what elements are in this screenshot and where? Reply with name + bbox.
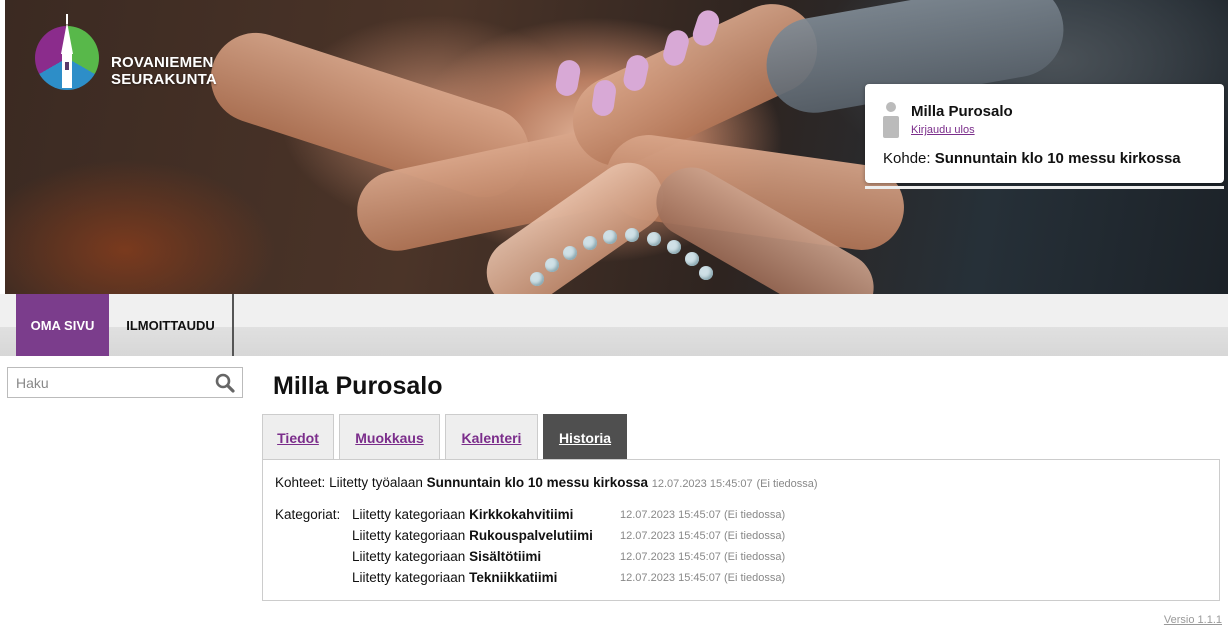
header-banner: ROVANIEMEN SEURAKUNTA Milla Purosalo Kir… bbox=[5, 0, 1228, 294]
category-meta: 12.07.2023 15:45:07 (Ei tiedossa) bbox=[620, 551, 785, 563]
history-targets-row: Kohteet: Liitetty työalaan Sunnuntain kl… bbox=[275, 475, 818, 490]
nav-item-oma-sivu[interactable]: OMA SIVU bbox=[16, 294, 109, 356]
category-text: Liitetty kategoriaan bbox=[352, 507, 466, 522]
tab-kalenteri[interactable]: Kalenteri bbox=[445, 414, 538, 460]
search-box bbox=[7, 367, 243, 398]
targets-text: Liitetty työalaan bbox=[329, 475, 423, 490]
category-row: Liitetty kategoriaan Rukouspalvelutiimi bbox=[352, 528, 593, 543]
target-label: Kohde: bbox=[883, 150, 931, 167]
user-name: Milla Purosalo bbox=[911, 103, 1013, 120]
category-time: 12.07.2023 15:45:07 bbox=[620, 572, 721, 584]
user-avatar-icon bbox=[883, 102, 899, 138]
category-author: (Ei tiedossa) bbox=[724, 551, 786, 563]
user-card: Milla Purosalo Kirjaudu ulos Kohde: Sunn… bbox=[865, 84, 1224, 189]
category-time: 12.07.2023 15:45:07 bbox=[620, 509, 721, 521]
target-value: Sunnuntain klo 10 messu kirkossa bbox=[934, 150, 1181, 167]
history-panel: Kohteet: Liitetty työalaan Sunnuntain kl… bbox=[262, 459, 1220, 601]
categories-label: Kategoriat: bbox=[275, 507, 341, 522]
targets-time: 12.07.2023 15:45:07 bbox=[651, 478, 753, 490]
category-meta: 12.07.2023 15:45:07 (Ei tiedossa) bbox=[620, 509, 785, 521]
category-author: (Ei tiedossa) bbox=[724, 572, 786, 584]
nav-item-ilmoittaudu[interactable]: ILMOITTAUDU bbox=[109, 294, 232, 356]
category-name: Rukouspalvelutiimi bbox=[469, 528, 593, 543]
page-title: Milla Purosalo bbox=[273, 372, 443, 400]
category-name: Sisältötiimi bbox=[469, 549, 542, 564]
logo-line-2: SEURAKUNTA bbox=[111, 71, 217, 88]
category-author: (Ei tiedossa) bbox=[724, 509, 786, 521]
logo-line-1: ROVANIEMEN bbox=[111, 54, 214, 71]
targets-author: (Ei tiedossa) bbox=[756, 478, 818, 490]
category-row: Liitetty kategoriaan Tekniikkatiimi bbox=[352, 570, 557, 585]
logo-text: ROVANIEMEN SEURAKUNTA bbox=[111, 54, 217, 88]
category-author: (Ei tiedossa) bbox=[724, 530, 786, 542]
category-text: Liitetty kategoriaan bbox=[352, 570, 466, 585]
search-icon[interactable] bbox=[215, 373, 235, 393]
category-time: 12.07.2023 15:45:07 bbox=[620, 551, 721, 563]
category-text: Liitetty kategoriaan bbox=[352, 528, 466, 543]
target-line: Kohde: Sunnuntain klo 10 messu kirkossa bbox=[883, 150, 1181, 167]
targets-label: Kohteet: bbox=[275, 475, 326, 490]
main-nav: OMA SIVU ILMOITTAUDU bbox=[0, 294, 1228, 356]
category-text: Liitetty kategoriaan bbox=[352, 549, 466, 564]
targets-name: Sunnuntain klo 10 messu kirkossa bbox=[426, 475, 648, 490]
category-name: Kirkkokahvitiimi bbox=[469, 507, 574, 522]
tab-muokkaus[interactable]: Muokkaus bbox=[339, 414, 440, 460]
category-row: Liitetty kategoriaan Sisältötiimi bbox=[352, 549, 541, 564]
tab-tiedot[interactable]: Tiedot bbox=[262, 414, 334, 460]
category-time: 12.07.2023 15:45:07 bbox=[620, 530, 721, 542]
search-input[interactable] bbox=[8, 368, 220, 397]
logo[interactable]: ROVANIEMEN SEURAKUNTA bbox=[35, 14, 235, 94]
church-spire-icon bbox=[61, 14, 73, 88]
category-meta: 12.07.2023 15:45:07 (Ei tiedossa) bbox=[620, 530, 785, 542]
version-link[interactable]: Versio 1.1.1 bbox=[1164, 614, 1222, 626]
tab-historia[interactable]: Historia bbox=[543, 414, 627, 460]
category-meta: 12.07.2023 15:45:07 (Ei tiedossa) bbox=[620, 572, 785, 584]
category-name: Tekniikkatiimi bbox=[469, 570, 558, 585]
nav-divider bbox=[232, 294, 234, 356]
category-row: Liitetty kategoriaan Kirkkokahvitiimi bbox=[352, 507, 573, 522]
logout-link[interactable]: Kirjaudu ulos bbox=[911, 124, 975, 136]
